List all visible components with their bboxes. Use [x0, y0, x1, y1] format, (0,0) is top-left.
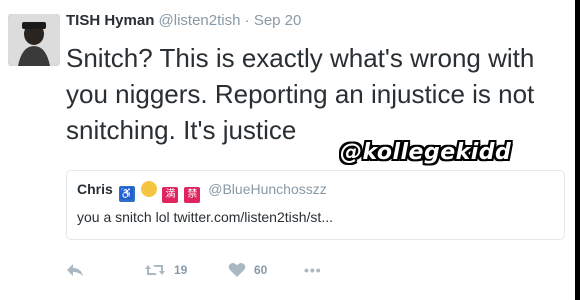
more-button[interactable]: •••: [304, 260, 322, 280]
watermark: @kollegekidd: [340, 140, 512, 165]
screenshot-edge: [575, 0, 580, 300]
reply-icon: [67, 264, 83, 276]
retweet-icon: [145, 265, 165, 275]
reply-button[interactable]: [66, 260, 84, 280]
quoted-tweet-text: you a snitch lol twitter.com/listen2tish…: [77, 209, 333, 225]
tweet-timestamp[interactable]: Sep 20: [254, 12, 302, 29]
tweet-text-line: you niggers. Reporting an injustice is n…: [66, 79, 535, 109]
avatar[interactable]: [8, 14, 60, 66]
quoted-tweet[interactable]: Chris ♿ 満 禁 @BlueHunchosszz you a snitch…: [66, 170, 565, 240]
tweet-text-line: Snitch? This is exactly what's wrong wit…: [66, 43, 535, 73]
tweet-card: TISH Hyman @listen2tish · Sep 20 Snitch?…: [0, 0, 580, 300]
more-icon: •••: [304, 262, 322, 278]
like-count: 60: [254, 263, 268, 277]
tweet-text: Snitch? This is exactly what's wrong wit…: [66, 40, 536, 148]
tweet-header: TISH Hyman @listen2tish · Sep 20: [66, 12, 301, 29]
heart-icon: [228, 263, 246, 277]
quoted-tweet-header: Chris ♿ 満 禁 @BlueHunchosszz: [77, 181, 327, 203]
wheelchair-icon: ♿: [118, 186, 135, 202]
retweet-button[interactable]: 19: [144, 260, 187, 280]
prohibited-sign-icon: 禁: [184, 187, 201, 203]
tweet-actions: 19 60 •••: [66, 260, 366, 280]
retweet-count: 19: [174, 263, 188, 277]
like-button[interactable]: 60: [228, 260, 267, 280]
construction-worker-icon: [140, 181, 157, 197]
quoted-author-handle: @BlueHunchosszz: [208, 181, 327, 197]
avatar-photo: [8, 14, 60, 66]
full-sign-icon: 満: [162, 187, 179, 203]
author-name[interactable]: TISH Hyman: [66, 12, 154, 29]
author-handle[interactable]: @listen2tish: [159, 12, 241, 29]
quoted-author-name: Chris: [77, 181, 113, 197]
header-separator: ·: [244, 12, 250, 29]
